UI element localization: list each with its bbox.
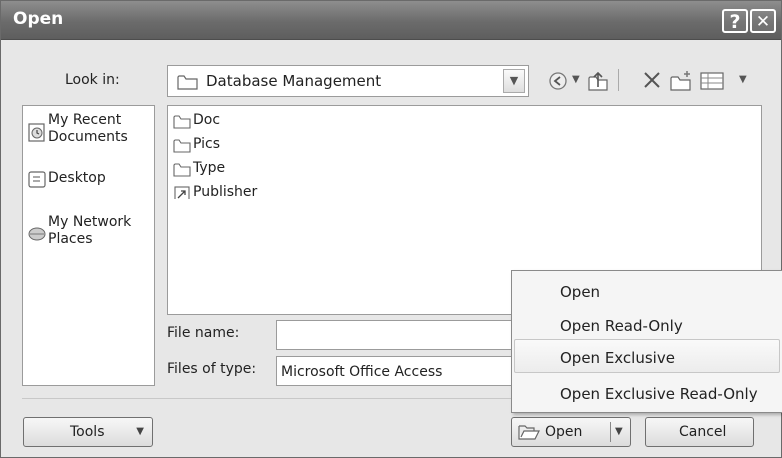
new-folder-icon[interactable] [669, 70, 693, 92]
toolbar-separator [618, 69, 619, 91]
file-name: Doc [193, 112, 221, 128]
tools-label: Tools [70, 424, 105, 440]
back-icon[interactable] [548, 71, 568, 91]
look-in-combo[interactable]: Database Management ▼ [167, 65, 529, 97]
open-split-button[interactable]: Open ▼ [511, 417, 631, 447]
look-in-label: Look in: [65, 72, 120, 88]
title-bar[interactable]: Open ? ✕ [1, 1, 781, 40]
folder-icon [173, 163, 191, 177]
tools-button[interactable]: Tools ▼ [23, 417, 153, 447]
file-name-label: File name: [167, 325, 240, 341]
close-button[interactable]: ✕ [750, 9, 776, 33]
back-dropdown-icon[interactable]: ▼ [572, 74, 580, 85]
views-icon[interactable] [700, 72, 724, 90]
network-places-icon [28, 227, 46, 241]
file-name: Pics [193, 136, 221, 152]
open-dialog: Open ? ✕ Look in: Database Management ▼ … [0, 0, 782, 458]
file-name: Publisher [193, 184, 258, 200]
open-options-menu: Open Open Read-Only Open Exclusive Open … [511, 270, 782, 413]
help-button[interactable]: ? [722, 9, 748, 33]
file-type-label: Files of type: [167, 361, 257, 377]
look-in-value: Database Management [206, 72, 382, 90]
menu-item-open-read-only[interactable]: Open Read-Only [560, 317, 683, 335]
shortcut-icon [174, 186, 190, 199]
folder-icon [177, 75, 198, 90]
folder-icon [173, 139, 191, 153]
menu-item-open-exclusive[interactable]: Open Exclusive [560, 349, 675, 367]
up-one-level-icon[interactable] [587, 70, 609, 92]
window-title: Open [13, 9, 64, 29]
cancel-label: Cancel [679, 424, 727, 440]
recent-documents-icon [28, 123, 45, 142]
open-folder-icon [518, 425, 540, 440]
place-label: My Network Places [48, 214, 132, 247]
place-label: My Recent Documents [48, 112, 128, 145]
chevron-down-icon: ▼ [509, 74, 519, 87]
open-label: Open [545, 424, 583, 440]
look-in-dropdown-button[interactable]: ▼ [503, 69, 525, 93]
menu-item-open-exclusive-read-only[interactable]: Open Exclusive Read-Only [560, 385, 758, 403]
open-dropdown-arrow-icon[interactable]: ▼ [615, 426, 623, 437]
delete-icon[interactable] [643, 71, 661, 89]
file-type-value: Microsoft Office Access [281, 364, 443, 380]
cancel-button[interactable]: Cancel [645, 417, 754, 447]
split-divider [610, 422, 611, 442]
folder-icon [173, 115, 191, 129]
places-bar: My Recent Documents Desktop My Network P… [22, 105, 155, 386]
desktop-icon [28, 171, 46, 188]
views-dropdown-icon[interactable]: ▼ [739, 74, 747, 85]
place-label: Desktop [48, 170, 106, 186]
file-name: Type [193, 160, 226, 176]
chevron-down-icon: ▼ [136, 426, 144, 437]
menu-item-open[interactable]: Open [560, 283, 600, 301]
